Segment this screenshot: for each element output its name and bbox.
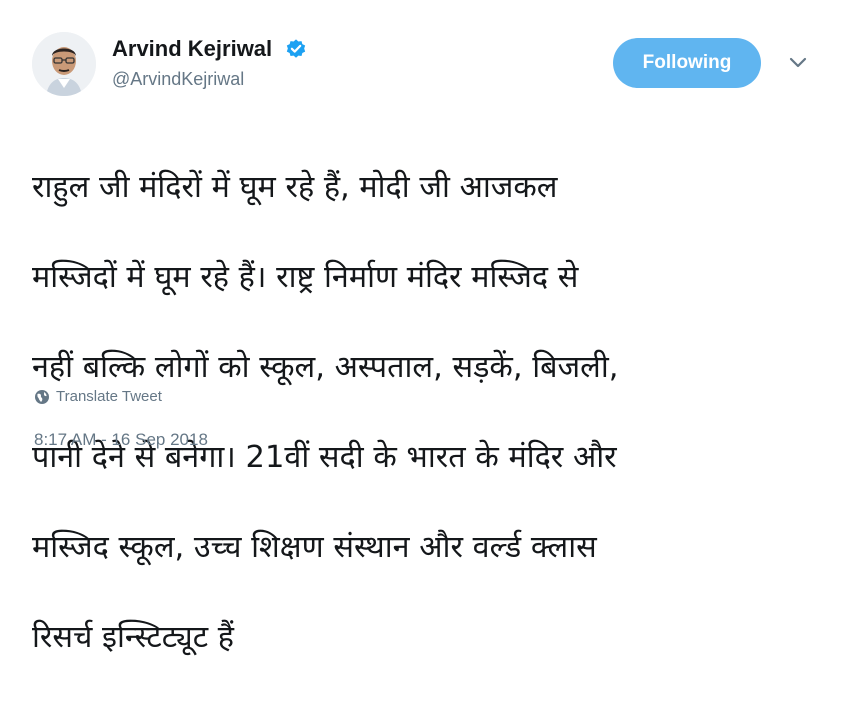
tweet-timestamp[interactable]: 8:17 AM - 16 Sep 2018 <box>34 430 208 450</box>
tweet-line: रिसर्च इन्स्टिट्यूट हैं <box>32 620 234 655</box>
tweet-text: राहुल जी मंदिरों में घूम रहे हैं, मोदी ज… <box>32 120 812 705</box>
author-names: Arvind Kejriwal @ArvindKejriwal <box>112 36 307 90</box>
translate-tweet-link[interactable]: Translate Tweet <box>34 388 162 405</box>
tweet-line: मस्जिदों में घूम रहे हैं। राष्ट्र निर्मा… <box>32 260 579 295</box>
translate-label[interactable]: Translate Tweet <box>56 388 162 405</box>
globe-icon <box>35 389 49 404</box>
tweet-line: मस्जिद स्कूल, उच्च शिक्षण संस्थान और वर्… <box>32 530 597 565</box>
tweet-line: राहुल जी मंदिरों में घूम रहे हैं, मोदी ज… <box>32 170 558 205</box>
user-avatar-icon <box>32 32 96 96</box>
tweet-header: Arvind Kejriwal @ArvindKejriwal Followin… <box>32 30 818 100</box>
avatar[interactable] <box>32 32 96 96</box>
author-display-name[interactable]: Arvind Kejriwal <box>112 36 272 62</box>
following-button[interactable]: Following <box>613 38 761 88</box>
tweet-line: नहीं बल्कि लोगों को स्कूल, अस्पताल, सड़क… <box>32 350 619 385</box>
chevron-down-icon[interactable] <box>789 56 807 70</box>
verified-badge-icon <box>286 39 305 58</box>
author-handle[interactable]: @ArvindKejriwal <box>112 69 307 90</box>
